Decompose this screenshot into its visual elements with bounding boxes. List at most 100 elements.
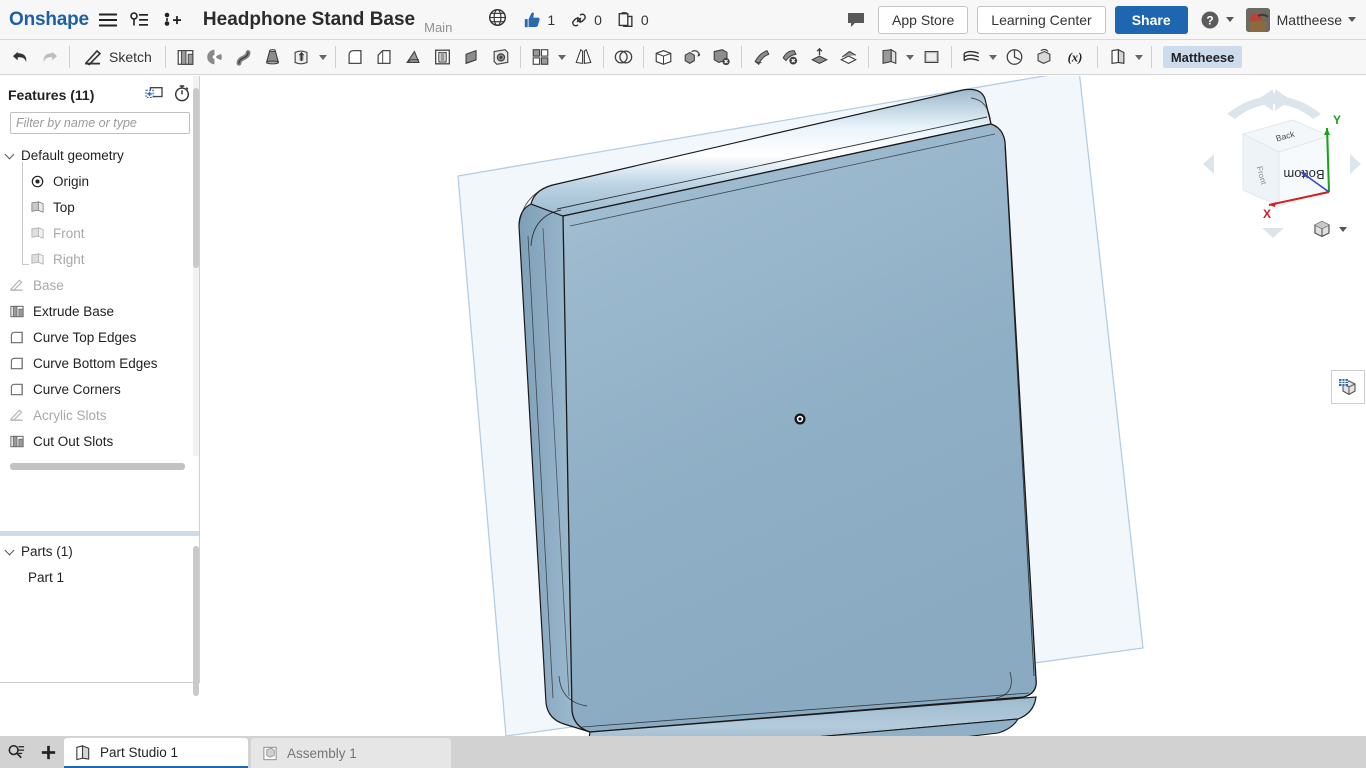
onshape-logo[interactable]: Onshape [9,9,89,31]
document-branch[interactable]: Main [424,20,452,39]
sketch-plane-icon[interactable] [917,42,946,72]
sketch-button[interactable]: Sketch [75,43,160,71]
toolbar-divider [519,46,521,68]
replace-face-icon[interactable] [834,42,863,72]
parts-title: Parts (1) [21,543,73,559]
toolbar-divider [334,46,336,68]
hole-icon[interactable] [486,42,515,72]
add-feature-folder-icon[interactable] [145,85,163,106]
tab-part-studio-1[interactable]: Part Studio 1 [64,738,248,768]
links-stat[interactable]: 0 [570,11,602,29]
move-face-icon[interactable] [805,42,834,72]
tree-item-acrylic-slots[interactable]: Acrylic Slots [0,402,199,428]
copies-stat[interactable]: 0 [617,11,649,29]
add-tab-icon[interactable] [32,737,64,767]
chamfer-icon[interactable] [370,42,399,72]
delete-part-icon[interactable] [707,42,736,72]
loft-icon[interactable] [258,42,287,72]
redo-arrow-icon[interactable] [35,42,64,72]
help-button[interactable]: ? [1200,10,1234,30]
tree-group-default-geometry[interactable]: Default geometry [0,142,199,168]
tree-item-front-plane[interactable]: Front [0,220,199,246]
delete-face-icon[interactable] [776,42,805,72]
view-cube-menu-button[interactable] [1311,218,1347,240]
add-version-icon[interactable] [159,7,185,33]
part-solid-body[interactable] [518,88,1037,736]
tree-item-right-plane[interactable]: Right [0,246,199,272]
tab-label: Assembly 1 [287,745,357,761]
globe-icon[interactable] [488,8,507,32]
tree-item-label: Cut Out Slots [33,433,114,449]
tree-item-label: Base [33,277,64,293]
shell-icon[interactable] [428,42,457,72]
tree-item-cut-out-slots[interactable]: Cut Out Slots [0,428,199,454]
tree-item-curve-corners[interactable]: Curve Corners [0,376,199,402]
tab-assembly-1[interactable]: Assembly 1 [251,738,451,768]
draft-icon[interactable] [399,42,428,72]
tree-item-top-plane[interactable]: Top [0,194,199,220]
tree-item-curve-bottom-edges[interactable]: Curve Bottom Edges [0,350,199,376]
enclose-icon[interactable] [649,42,678,72]
share-button[interactable]: Share [1114,5,1188,34]
user-menu[interactable]: Mattheese [1245,7,1356,32]
view-cube-body[interactable]: Back Front Bottom [1241,119,1331,207]
chevron-down-icon[interactable] [318,54,327,60]
parts-header[interactable]: Parts (1) [0,538,199,564]
split-icon[interactable] [747,42,776,72]
pattern-icon[interactable] [526,42,555,72]
feature-tree: Default geometry Origin Top Front Right … [0,142,199,454]
rib-icon[interactable] [457,42,486,72]
mirror-icon[interactable] [569,42,598,72]
document-title[interactable]: Headphone Stand Base [203,9,415,31]
tree-item-origin[interactable]: Origin [0,168,199,194]
part-label: Part 1 [28,569,65,585]
composite-part-icon[interactable] [1029,42,1058,72]
likes-stat[interactable]: 1 [523,11,555,29]
boolean-icon[interactable] [609,42,638,72]
revolve-icon[interactable] [200,42,229,72]
chevron-down-icon[interactable] [905,54,914,60]
hamburger-menu-icon[interactable] [95,7,121,33]
tree-item-base-sketch[interactable]: Base [0,272,199,298]
app-store-button[interactable]: App Store [878,5,969,34]
chevron-down-icon[interactable] [988,54,997,60]
fillet-icon [8,354,26,372]
chevron-down-icon[interactable] [6,150,16,160]
chevron-down-icon[interactable] [1134,54,1143,60]
features-filter-input[interactable] [10,112,190,134]
features-scroll-thumb[interactable] [193,88,199,268]
tree-item-extrude-base[interactable]: Extrude Base [0,298,199,324]
appearance-render-button[interactable] [1331,370,1365,404]
collaborator-badge[interactable]: Mattheese [1162,46,1243,68]
extrude-icon[interactable] [171,42,200,72]
chevron-down-icon[interactable] [6,546,16,556]
sweep-icon[interactable] [229,42,258,72]
panel-resize-divider[interactable] [0,531,199,536]
learning-center-button[interactable]: Learning Center [977,5,1106,34]
parts-list-item-part-1[interactable]: Part 1 [0,564,199,590]
chevron-down-icon[interactable] [557,54,566,60]
plane-icon [28,224,46,242]
transform-icon[interactable] [678,42,707,72]
curve-icon[interactable] [957,42,986,72]
variable-icon[interactable]: (x) [1058,42,1092,72]
thicken-icon[interactable] [287,42,316,72]
part-studio-icon[interactable] [1103,42,1132,72]
fillet-icon[interactable] [341,42,370,72]
help-chevron-down-icon [1225,17,1234,22]
version-graph-icon[interactable] [127,7,153,33]
parts-panel: Parts (1) Part 1 [0,538,199,590]
comment-bubble-icon[interactable] [843,7,869,33]
tree-item-label: Extrude Base [33,303,115,319]
helix-icon[interactable] [1000,42,1029,72]
rollback-history-icon[interactable] [173,84,191,107]
features-horizontal-scrollbar[interactable] [10,463,185,470]
plane-icon[interactable] [874,42,903,72]
tree-item-label: Origin [53,173,90,189]
tab-filter-icon[interactable] [0,737,32,767]
tree-item-curve-top-edges[interactable]: Curve Top Edges [0,324,199,350]
undo-arrow-icon[interactable] [6,42,35,72]
origin-point-icon[interactable] [794,413,806,425]
plane-icon [28,198,46,216]
graphics-viewport[interactable]: Back Front Bottom X Y [201,76,1366,736]
